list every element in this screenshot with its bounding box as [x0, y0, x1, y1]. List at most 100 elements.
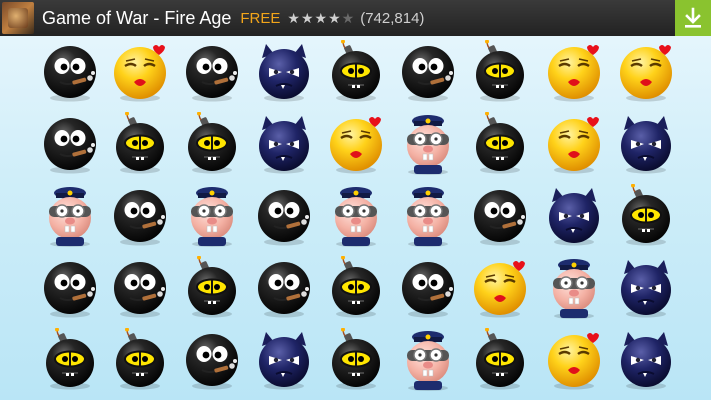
tile-bomb[interactable]	[468, 40, 532, 104]
tile-blackface[interactable]	[108, 256, 172, 320]
police-emoticon-icon	[407, 187, 449, 247]
yellowkiss-emoticon-icon	[548, 333, 600, 390]
tile-bomb[interactable]	[324, 256, 388, 320]
tile-yellowkiss[interactable]	[542, 40, 606, 104]
tile-blackface[interactable]	[180, 40, 244, 104]
yellowkiss-emoticon-icon	[330, 117, 382, 174]
yellowkiss-emoticon-icon	[114, 45, 166, 102]
tile-blackface[interactable]	[38, 256, 102, 320]
blackface-emoticon-icon	[402, 262, 454, 318]
devil-emoticon-icon	[259, 116, 309, 174]
devil-emoticon-icon	[549, 188, 599, 246]
download-icon	[685, 7, 701, 28]
blackface-emoticon-icon	[258, 190, 310, 246]
tile-yellowkiss[interactable]	[324, 112, 388, 176]
ad-app-icon[interactable]	[2, 2, 34, 34]
tile-blackface[interactable]	[396, 40, 460, 104]
yellowkiss-emoticon-icon	[620, 45, 672, 102]
devil-emoticon-icon	[621, 332, 671, 390]
ad-title[interactable]: Game of War - Fire Age	[42, 8, 231, 29]
police-emoticon-icon	[407, 115, 449, 175]
tile-devil[interactable]	[252, 112, 316, 176]
police-emoticon-icon	[553, 259, 595, 319]
tile-yellowkiss[interactable]	[108, 40, 172, 104]
game-screen: Game of War - Fire Age FREE ★★★★★ (742,8…	[0, 0, 711, 400]
ad-review-count: (742,814)	[360, 9, 425, 27]
tile-devil[interactable]	[252, 40, 316, 104]
tile-board	[30, 40, 680, 400]
devil-emoticon-icon	[621, 260, 671, 318]
blackface-emoticon-icon	[186, 46, 238, 102]
tile-blackface[interactable]	[252, 256, 316, 320]
yellowkiss-emoticon-icon	[548, 117, 600, 174]
tile-bomb[interactable]	[38, 328, 102, 392]
devil-emoticon-icon	[259, 332, 309, 390]
tile-police[interactable]	[396, 184, 460, 248]
tile-blackface[interactable]	[38, 40, 102, 104]
tile-bomb[interactable]	[180, 112, 244, 176]
tile-yellowkiss[interactable]	[614, 40, 678, 104]
tile-devil[interactable]	[542, 184, 606, 248]
tile-police[interactable]	[324, 184, 388, 248]
tile-bomb[interactable]	[324, 40, 388, 104]
tile-police[interactable]	[542, 256, 606, 320]
bomb-emoticon-icon	[332, 328, 380, 390]
tile-bomb[interactable]	[180, 256, 244, 320]
tile-police[interactable]	[38, 184, 102, 248]
blackface-emoticon-icon	[186, 334, 238, 390]
bomb-emoticon-icon	[622, 184, 670, 246]
tile-bomb[interactable]	[468, 328, 532, 392]
tile-blackface[interactable]	[108, 184, 172, 248]
blackface-emoticon-icon	[44, 262, 96, 318]
bomb-emoticon-icon	[188, 256, 236, 318]
blackface-emoticon-icon	[258, 262, 310, 318]
bomb-emoticon-icon	[476, 40, 524, 102]
police-emoticon-icon	[335, 187, 377, 247]
tile-devil[interactable]	[614, 112, 678, 176]
tile-yellowkiss[interactable]	[542, 328, 606, 392]
tile-bomb[interactable]	[468, 112, 532, 176]
tile-police[interactable]	[396, 112, 460, 176]
bomb-emoticon-icon	[116, 112, 164, 174]
tile-devil[interactable]	[252, 328, 316, 392]
devil-emoticon-icon	[621, 116, 671, 174]
tile-blackface[interactable]	[38, 112, 102, 176]
tile-blackface[interactable]	[396, 256, 460, 320]
bomb-emoticon-icon	[116, 328, 164, 390]
police-emoticon-icon	[191, 187, 233, 247]
tile-devil[interactable]	[614, 256, 678, 320]
blackface-emoticon-icon	[44, 118, 96, 174]
blackface-emoticon-icon	[474, 190, 526, 246]
bomb-emoticon-icon	[476, 112, 524, 174]
police-emoticon-icon	[49, 187, 91, 247]
bomb-emoticon-icon	[476, 328, 524, 390]
blackface-emoticon-icon	[114, 190, 166, 246]
tile-blackface[interactable]	[468, 184, 532, 248]
police-emoticon-icon	[407, 331, 449, 391]
bomb-emoticon-icon	[332, 256, 380, 318]
bomb-emoticon-icon	[188, 112, 236, 174]
tile-bomb[interactable]	[108, 328, 172, 392]
tile-bomb[interactable]	[324, 328, 388, 392]
bomb-emoticon-icon	[46, 328, 94, 390]
blackface-emoticon-icon	[114, 262, 166, 318]
ad-rating-stars: ★★★★★	[287, 9, 356, 26]
tile-blackface[interactable]	[252, 184, 316, 248]
yellowkiss-emoticon-icon	[474, 261, 526, 318]
blackface-emoticon-icon	[44, 46, 96, 102]
tile-bomb[interactable]	[108, 112, 172, 176]
ad-price: FREE	[240, 9, 281, 27]
blackface-emoticon-icon	[402, 46, 454, 102]
ad-banner[interactable]: Game of War - Fire Age FREE ★★★★★ (742,8…	[0, 0, 711, 36]
tile-police[interactable]	[396, 328, 460, 392]
bomb-emoticon-icon	[332, 40, 380, 102]
devil-emoticon-icon	[259, 44, 309, 102]
yellowkiss-emoticon-icon	[548, 45, 600, 102]
tile-police[interactable]	[180, 184, 244, 248]
tile-devil[interactable]	[614, 328, 678, 392]
install-button[interactable]	[675, 0, 711, 36]
tile-blackface[interactable]	[180, 328, 244, 392]
tile-yellowkiss[interactable]	[468, 256, 532, 320]
tile-yellowkiss[interactable]	[542, 112, 606, 176]
tile-bomb[interactable]	[614, 184, 678, 248]
